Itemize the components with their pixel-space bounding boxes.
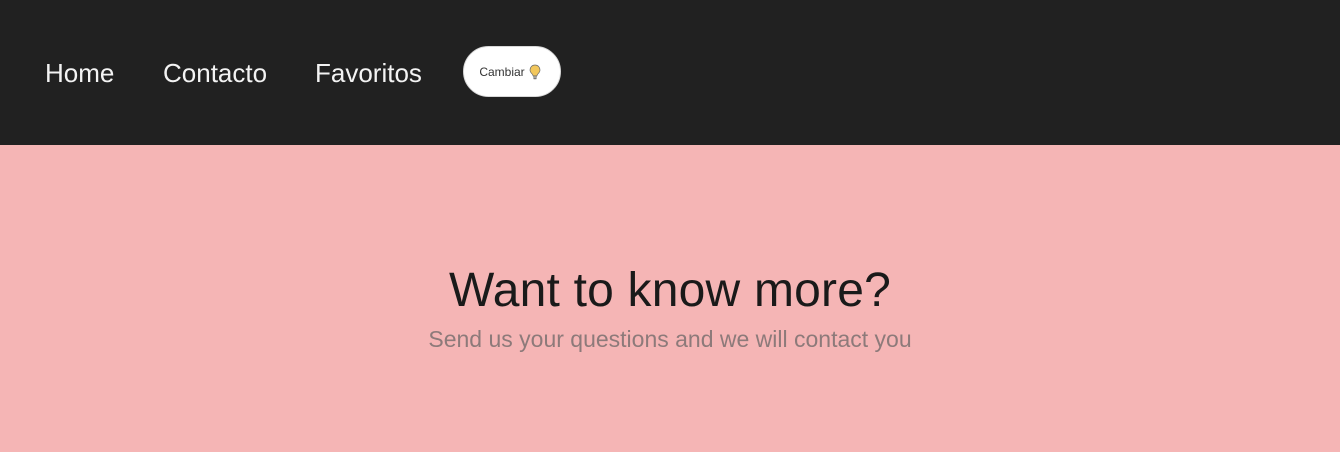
nav-link-contacto[interactable]: Contacto (163, 56, 267, 90)
hero-subtitle: Send us your questions and we will conta… (428, 326, 912, 352)
theme-toggle-label: Cambiar (479, 64, 525, 79)
theme-toggle-button[interactable]: Cambiar (463, 46, 561, 97)
nav-link-favoritos[interactable]: Favoritos (315, 56, 422, 90)
contact-hero-section: Want to know more? Send us your question… (0, 145, 1340, 452)
top-navbar: Home Contacto Favoritos Cambiar (0, 0, 1340, 145)
lightbulb-icon (529, 64, 541, 80)
page: Home Contacto Favoritos Cambiar Want to … (0, 0, 1340, 452)
nav-link-home[interactable]: Home (45, 56, 114, 90)
hero-title: Want to know more? (449, 264, 891, 317)
